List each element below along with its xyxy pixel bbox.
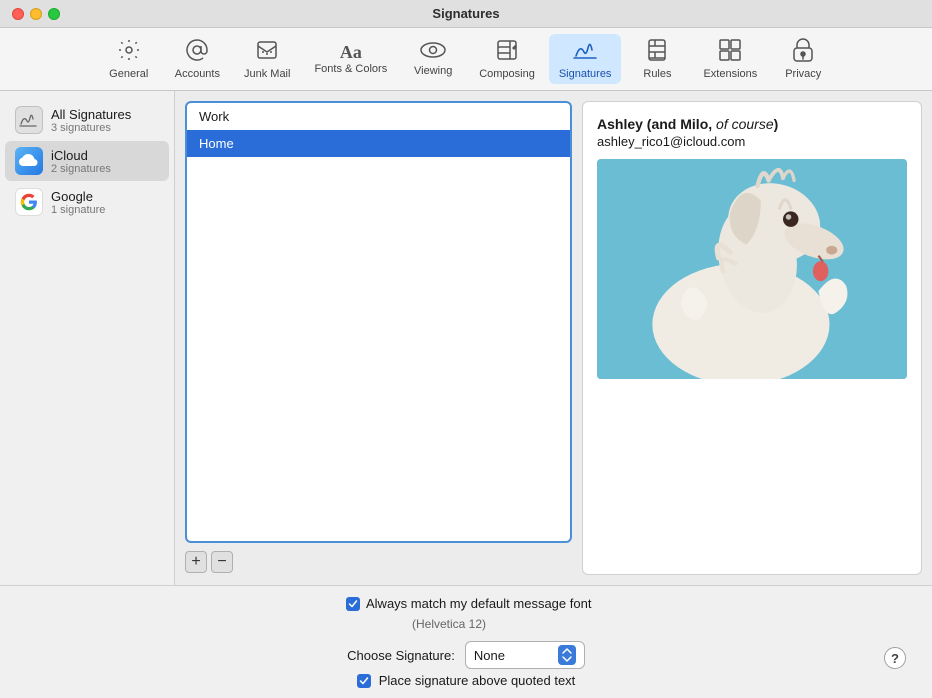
dropdown-arrows-icon: [558, 645, 576, 665]
gear-icon: [117, 38, 141, 66]
all-signatures-icon: [15, 106, 43, 134]
all-signatures-name: All Signatures: [51, 107, 131, 122]
sidebar-item-icloud[interactable]: iCloud 2 signatures: [5, 141, 169, 181]
font-match-checkbox-area: Always match my default message font: [346, 596, 591, 611]
toolbar-label-rules: Rules: [643, 68, 671, 80]
toolbar-label-general: General: [109, 68, 148, 80]
toolbar-item-rules[interactable]: Rules: [625, 34, 689, 84]
sidebar-item-google[interactable]: Google 1 signature: [5, 182, 169, 222]
maximize-button[interactable]: [48, 8, 60, 20]
extensions-icon: [718, 38, 742, 66]
remove-signature-button[interactable]: −: [211, 551, 233, 573]
junk-mail-icon: [255, 38, 279, 66]
sidebar: All Signatures 3 signatures iCloud 2 sig…: [0, 91, 175, 585]
all-signatures-text: All Signatures 3 signatures: [51, 107, 131, 134]
font-hint: (Helvetica 12): [412, 617, 486, 631]
font-match-checkbox[interactable]: [346, 597, 360, 611]
sig-preview-image: [597, 159, 907, 379]
toolbar-item-accounts[interactable]: Accounts: [165, 34, 230, 84]
place-sig-row: Place signature above quoted text: [16, 673, 916, 688]
close-button[interactable]: [12, 8, 24, 20]
google-count: 1 signature: [51, 204, 105, 216]
add-signature-button[interactable]: +: [185, 551, 207, 573]
signatures-icon: [572, 38, 598, 66]
rules-icon: [645, 38, 669, 66]
composing-icon: [495, 38, 519, 66]
bottom-row: Choose Signature: None ?: [16, 641, 916, 669]
fonts-colors-icon: Aa: [340, 43, 362, 61]
font-match-label: Always match my default message font: [366, 596, 591, 611]
icloud-name: iCloud: [51, 148, 111, 163]
google-name: Google: [51, 189, 105, 204]
signature-dropdown-value: None: [474, 648, 552, 663]
google-icon: [15, 188, 43, 216]
google-text: Google 1 signature: [51, 189, 105, 216]
help-button[interactable]: ?: [884, 647, 906, 669]
all-signatures-count: 3 signatures: [51, 122, 131, 134]
preview-name-rest: (and Milo, of course): [643, 116, 778, 132]
toolbar-label-accounts: Accounts: [175, 68, 220, 80]
sig-preview-name: Ashley (and Milo, of course): [597, 116, 907, 132]
list-controls: + −: [185, 549, 572, 575]
choose-signature-dropdown[interactable]: None: [465, 641, 585, 669]
icloud-icon: [15, 147, 43, 175]
sig-preview-email: ashley_rico1@icloud.com: [597, 134, 907, 149]
toolbar-item-extensions[interactable]: Extensions: [693, 34, 767, 84]
toolbar: General Accounts Junk Mail Aa Fonts & Co…: [0, 28, 932, 91]
toolbar-item-privacy[interactable]: Privacy: [771, 34, 835, 84]
icloud-count: 2 signatures: [51, 163, 111, 175]
signatures-list: Work Home: [185, 101, 572, 543]
footer-area: Always match my default message font (He…: [0, 585, 932, 698]
main-content: All Signatures 3 signatures iCloud 2 sig…: [0, 91, 932, 585]
toolbar-label-viewing: Viewing: [414, 65, 452, 77]
at-sign-icon: [185, 38, 209, 66]
toolbar-label-privacy: Privacy: [785, 68, 821, 80]
icloud-text: iCloud 2 signatures: [51, 148, 111, 175]
choose-signature-label: Choose Signature:: [347, 648, 455, 663]
toolbar-item-general[interactable]: General: [97, 34, 161, 84]
center-panel: Work Home + −: [175, 91, 582, 585]
privacy-icon: [792, 38, 814, 66]
preview-name-bold: Ashley: [597, 116, 643, 132]
font-match-row: Always match my default message font: [16, 596, 916, 611]
toolbar-label-signatures: Signatures: [559, 68, 612, 80]
traffic-lights: [12, 8, 60, 20]
toolbar-item-fonts-colors[interactable]: Aa Fonts & Colors: [304, 39, 397, 79]
toolbar-item-signatures[interactable]: Signatures: [549, 34, 622, 84]
toolbar-item-composing[interactable]: Composing: [469, 34, 545, 84]
sig-item-work[interactable]: Work: [187, 103, 570, 130]
sidebar-item-all-signatures[interactable]: All Signatures 3 signatures: [5, 100, 169, 140]
preview-panel: Ashley (and Milo, of course) ashley_rico…: [582, 101, 922, 575]
sig-item-home[interactable]: Home: [187, 130, 570, 157]
toolbar-item-viewing[interactable]: Viewing: [401, 37, 465, 81]
titlebar: Signatures: [0, 0, 932, 28]
toolbar-label-composing: Composing: [479, 68, 535, 80]
minimize-button[interactable]: [30, 8, 42, 20]
place-sig-label: Place signature above quoted text: [379, 673, 576, 688]
toolbar-label-fonts-colors: Fonts & Colors: [314, 63, 387, 75]
viewing-icon: [419, 41, 447, 63]
window-title: Signatures: [432, 6, 499, 21]
place-sig-checkbox[interactable]: [357, 674, 371, 688]
toolbar-label-extensions: Extensions: [703, 68, 757, 80]
toolbar-label-junk-mail: Junk Mail: [244, 68, 290, 80]
toolbar-item-junk-mail[interactable]: Junk Mail: [234, 34, 300, 84]
